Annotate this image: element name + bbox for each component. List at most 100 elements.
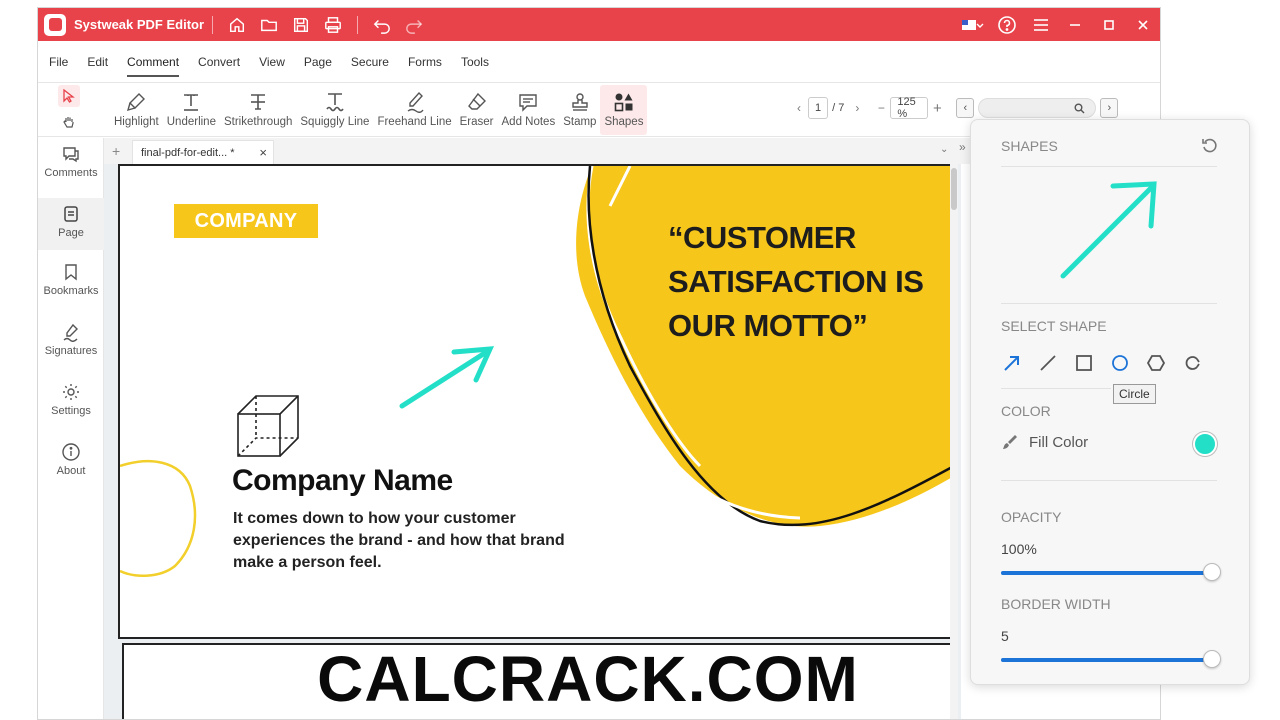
close-icon[interactable] [1126, 8, 1160, 41]
page-number-input[interactable]: 1 [808, 97, 829, 119]
circle-icon[interactable] [1109, 352, 1131, 374]
print-icon[interactable] [323, 15, 343, 35]
tab-final-pdf[interactable]: final-pdf-for-edit... * × [132, 140, 274, 164]
pdf-page-1: COMPANY “CUSTOMER SATISFACTION IS OUR MO… [118, 164, 952, 639]
tool-squiggly-line[interactable]: Squiggly Line [296, 85, 373, 135]
undo-icon[interactable] [372, 15, 392, 35]
opacity-slider-thumb[interactable] [1203, 563, 1221, 581]
save-icon[interactable] [291, 15, 311, 35]
quote-line: “CUSTOMER [668, 220, 856, 255]
title-bar: Systweak PDF Editor [38, 8, 1160, 41]
sidebar-item-comments[interactable]: Comments [38, 144, 104, 194]
title-separator [357, 15, 359, 34]
select-cursor-icon[interactable] [58, 85, 80, 107]
sidebar-item-settings[interactable]: Settings [38, 382, 104, 432]
menu-edit[interactable]: Edit [87, 41, 108, 83]
zoom-in-icon[interactable]: + [928, 100, 946, 117]
quote-text: “CUSTOMER SATISFACTION IS OUR MOTTO” [668, 216, 950, 348]
fill-color-row[interactable]: Fill Color [1001, 433, 1088, 451]
comments-icon [63, 147, 79, 163]
rectangle-icon[interactable] [1073, 352, 1095, 374]
arrow-icon[interactable] [1001, 352, 1023, 374]
sidebar-label: Comments [44, 167, 98, 179]
fill-color-swatch[interactable] [1193, 432, 1217, 456]
about-icon [62, 443, 80, 461]
opacity-label: OPACITY [1001, 509, 1062, 525]
line-icon[interactable] [1037, 352, 1059, 374]
reset-icon[interactable] [1201, 137, 1219, 155]
screenshot-root: Systweak PDF Editor File Edit Comment Co… [0, 0, 1280, 720]
menu-file[interactable]: File [49, 41, 68, 83]
arc-icon[interactable] [1181, 352, 1203, 374]
border-width-label: BORDER WIDTH [1001, 596, 1111, 612]
menu-forms[interactable]: Forms [408, 41, 442, 83]
tool-label: Add Notes [501, 116, 556, 128]
tool-label: Shapes [604, 116, 644, 128]
tool-strikethrough[interactable]: Strikethrough [220, 85, 296, 135]
panel-divider [1001, 388, 1111, 389]
sidebar-label: Settings [51, 405, 91, 417]
home-icon[interactable] [227, 15, 247, 35]
menu-convert[interactable]: Convert [198, 41, 240, 83]
description-line: It comes down to how your customer [233, 510, 516, 527]
menu-view[interactable]: View [259, 41, 285, 83]
next-page-icon[interactable]: › [848, 101, 866, 115]
tool-highlight[interactable]: Highlight [110, 85, 163, 135]
zoom-level[interactable]: 125 % [890, 96, 929, 120]
zoom-out-icon[interactable]: − [872, 101, 890, 115]
shape-selector [1001, 352, 1217, 374]
sidebar-item-page[interactable]: Page [38, 198, 104, 250]
minimize-icon[interactable] [1058, 8, 1092, 41]
sidebar-item-about[interactable]: About [38, 442, 104, 492]
page-navigation: ‹ 1 / 7 › − 125 % + ‹ › [790, 96, 1119, 120]
redo-icon[interactable] [404, 15, 424, 35]
opacity-slider[interactable] [1001, 563, 1221, 581]
hexagon-icon[interactable] [1145, 352, 1167, 374]
menu-comment[interactable]: Comment [127, 41, 180, 83]
sidebar-item-signatures[interactable]: Signatures [38, 322, 104, 372]
language-flag-icon[interactable] [956, 8, 990, 41]
opacity-value: 100% [1001, 541, 1037, 557]
expand-panel-icon[interactable]: » [959, 140, 966, 154]
maximize-icon[interactable] [1092, 8, 1126, 41]
menu-icon[interactable] [1024, 8, 1058, 41]
page-icon [64, 206, 78, 222]
search-input[interactable] [978, 98, 1097, 118]
menu-tools[interactable]: Tools [461, 41, 489, 83]
sidebar-item-bookmarks[interactable]: Bookmarks [38, 262, 104, 312]
tool-shapes[interactable]: Shapes [600, 85, 648, 135]
search-prev-icon[interactable]: ‹ [956, 98, 975, 118]
description-line: experiences the brand - and how that bra… [233, 532, 565, 549]
quote-line: OUR MOTTO” [668, 308, 868, 343]
tool-label: Eraser [459, 116, 494, 128]
search-icon [1074, 103, 1085, 113]
hand-icon[interactable] [58, 111, 80, 133]
tool-eraser[interactable]: Eraser [456, 85, 498, 135]
tool-add-notes[interactable]: Add Notes [498, 85, 560, 135]
vertical-scrollbar[interactable] [950, 164, 958, 719]
panel-divider [1001, 303, 1217, 304]
help-icon[interactable] [990, 8, 1024, 41]
menu-page[interactable]: Page [304, 41, 332, 83]
tool-label: Freehand Line [377, 116, 452, 128]
description-line: make a person feel. [233, 554, 382, 571]
tool-freehand-line[interactable]: Freehand Line [373, 85, 455, 135]
prev-page-icon[interactable]: ‹ [790, 101, 808, 115]
annotation-tools: Highlight Underline Strikethrough Squigg… [110, 83, 648, 137]
tool-underline[interactable]: Underline [163, 85, 220, 135]
chevron-down-icon[interactable]: ⌄ [940, 144, 948, 155]
sidebar-label: Page [58, 227, 84, 239]
menu-secure[interactable]: Secure [351, 41, 389, 83]
tool-stamp[interactable]: Stamp [559, 85, 600, 135]
border-width-slider-thumb[interactable] [1203, 650, 1221, 668]
folder-icon[interactable] [259, 15, 279, 35]
search-next-icon[interactable]: › [1100, 98, 1119, 118]
panel-divider [1001, 480, 1217, 481]
scrollbar-thumb[interactable] [951, 168, 957, 210]
add-tab-button[interactable]: + [112, 143, 120, 159]
menu-bar: File Edit Comment Convert View Page Secu… [38, 41, 1160, 83]
shape-preview-arrow-icon [1060, 181, 1157, 279]
close-tab-icon[interactable]: × [259, 145, 267, 160]
tool-label: Underline [166, 116, 216, 128]
bookmark-icon [65, 264, 77, 281]
